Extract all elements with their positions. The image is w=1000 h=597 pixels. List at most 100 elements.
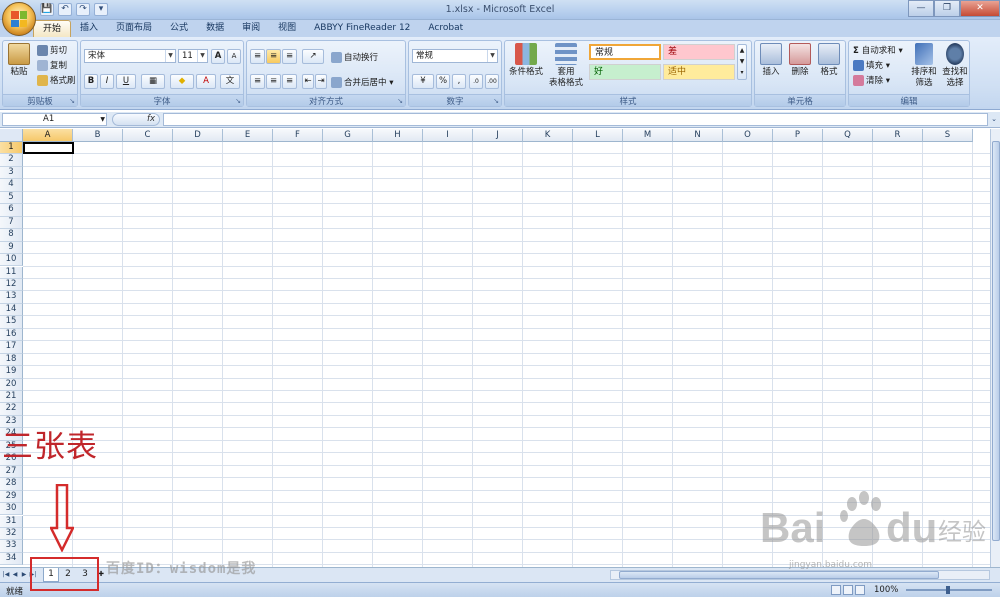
increase-decimal-button[interactable]: .0	[469, 74, 483, 89]
row-header-28[interactable]: 28	[0, 478, 23, 491]
underline-button[interactable]: U	[116, 74, 136, 89]
name-box[interactable]: A1 ▼	[2, 113, 107, 126]
row-header-12[interactable]: 12	[0, 278, 23, 292]
column-header-q[interactable]: Q	[823, 129, 873, 142]
row-header-19[interactable]: 19	[0, 366, 23, 379]
cut-button[interactable]: 剪切	[37, 44, 67, 56]
column-header-b[interactable]: B	[73, 129, 123, 142]
decrease-decimal-button[interactable]: .00	[485, 74, 499, 89]
copy-button[interactable]: 复制	[37, 59, 67, 71]
decrease-indent-button[interactable]: ⇤	[302, 74, 314, 89]
align-top-button[interactable]: ≡	[250, 49, 265, 64]
row-header-15[interactable]: 15	[0, 316, 23, 329]
page-layout-view-icon[interactable]	[843, 585, 853, 595]
phonetic-button[interactable]: 文	[220, 74, 240, 89]
align-bottom-button[interactable]: ≡	[282, 49, 297, 64]
column-header-s[interactable]: S	[923, 129, 973, 142]
italic-button[interactable]: I	[100, 74, 114, 89]
column-header-k[interactable]: K	[523, 129, 573, 142]
conditional-format-button[interactable]: 条件格式	[507, 43, 545, 78]
autosum-button[interactable]: Σ 自动求和 ▾	[853, 44, 903, 56]
fill-button[interactable]: 填充 ▾	[853, 59, 890, 71]
grow-font-button[interactable]: A	[211, 49, 225, 64]
styles-gallery-scroll[interactable]: ▲ ▼ ▾	[737, 44, 747, 80]
restore-button[interactable]: ❐	[934, 0, 960, 17]
column-header-l[interactable]: L	[573, 129, 623, 142]
row-header-13[interactable]: 13	[0, 291, 23, 304]
currency-button[interactable]: ¥	[412, 74, 434, 89]
row-header-18[interactable]: 18	[0, 353, 23, 367]
row-header-3[interactable]: 3	[0, 166, 23, 180]
orientation-button[interactable]: ↗	[302, 49, 324, 64]
row-header-11[interactable]: 11	[0, 266, 23, 279]
fill-color-button[interactable]: ◆	[170, 74, 194, 89]
format-painter-button[interactable]: 格式刷	[37, 74, 76, 86]
column-header-h[interactable]: H	[373, 129, 423, 142]
column-header-f[interactable]: F	[273, 129, 323, 142]
zoom-slider[interactable]	[906, 586, 992, 594]
tab-abbyy[interactable]: ABBYY FineReader 12	[305, 20, 419, 37]
shrink-font-button[interactable]: A	[227, 49, 241, 64]
font-color-button[interactable]: A	[196, 74, 216, 89]
office-button[interactable]	[2, 2, 36, 36]
row-header-10[interactable]: 10	[0, 254, 23, 267]
row-header-1[interactable]: 1	[0, 142, 23, 155]
vertical-scrollbar[interactable]	[990, 129, 1000, 567]
column-header-i[interactable]: I	[423, 129, 473, 142]
font-launcher-icon[interactable]: ↘	[235, 97, 241, 105]
row-header-27[interactable]: 27	[0, 465, 23, 479]
column-header-d[interactable]: D	[173, 129, 223, 142]
active-cell-a1[interactable]	[23, 142, 74, 154]
row-header-14[interactable]: 14	[0, 303, 23, 317]
number-format-select[interactable]: 常规 ▼	[412, 49, 498, 63]
style-bad[interactable]: 差	[663, 44, 735, 60]
first-sheet-icon[interactable]: |◀	[2, 569, 10, 580]
tab-data[interactable]: 数据	[197, 20, 233, 37]
row-header-30[interactable]: 30	[0, 503, 23, 516]
font-name-select[interactable]: 宋体 ▼	[84, 49, 176, 63]
tab-home[interactable]: 开始	[33, 20, 72, 37]
expand-formula-bar-icon[interactable]: ⌄	[989, 113, 999, 126]
percent-button[interactable]: %	[436, 74, 450, 89]
align-center-button[interactable]: ≡	[266, 74, 281, 89]
merge-center-button[interactable]: 合并后居中 ▾	[331, 76, 393, 88]
column-header-a[interactable]: A	[23, 129, 73, 142]
minimize-button[interactable]: —	[908, 0, 934, 17]
insert-cells-button[interactable]: 插入	[757, 43, 785, 78]
row-header-21[interactable]: 21	[0, 391, 23, 404]
prev-sheet-icon[interactable]: ◀	[11, 569, 19, 580]
normal-view-icon[interactable]	[831, 585, 841, 595]
row-header-33[interactable]: 33	[0, 540, 23, 553]
clipboard-launcher-icon[interactable]: ↘	[69, 97, 75, 105]
insert-function-button[interactable]: fx	[112, 113, 160, 126]
row-header-4[interactable]: 4	[0, 179, 23, 192]
row-header-2[interactable]: 2	[0, 154, 23, 167]
tab-page-layout[interactable]: 页面布局	[107, 20, 161, 37]
borders-button[interactable]: ▦	[141, 74, 165, 89]
paste-button[interactable]: 粘贴	[6, 43, 32, 78]
column-header-o[interactable]: O	[723, 129, 773, 142]
column-header-e[interactable]: E	[223, 129, 273, 142]
tab-view[interactable]: 视图	[269, 20, 305, 37]
format-as-table-button[interactable]: 套用 表格格式	[545, 43, 587, 89]
row-header-29[interactable]: 29	[0, 490, 23, 504]
wrap-text-button[interactable]: 自动换行	[331, 51, 378, 63]
vertical-scroll-thumb[interactable]	[992, 141, 1000, 541]
bold-button[interactable]: B	[84, 74, 98, 89]
zoom-level[interactable]: 100%	[874, 585, 898, 595]
close-button[interactable]: ✕	[960, 0, 1000, 17]
style-neutral[interactable]: 适中	[663, 64, 735, 80]
font-size-select[interactable]: 11 ▼	[178, 49, 208, 63]
delete-cells-button[interactable]: 删除	[786, 43, 814, 78]
row-header-8[interactable]: 8	[0, 229, 23, 242]
format-cells-button[interactable]: 格式	[815, 43, 843, 78]
align-middle-button[interactable]: ≡	[266, 49, 281, 64]
page-break-view-icon[interactable]	[855, 585, 865, 595]
sort-filter-button[interactable]: 排序和 筛选	[909, 43, 939, 89]
zoom-slider-knob[interactable]	[946, 586, 950, 594]
tab-insert[interactable]: 插入	[71, 20, 107, 37]
row-header-16[interactable]: 16	[0, 328, 23, 342]
column-header-m[interactable]: M	[623, 129, 673, 142]
align-right-button[interactable]: ≡	[282, 74, 297, 89]
next-sheet-icon[interactable]: ▶	[20, 569, 28, 580]
